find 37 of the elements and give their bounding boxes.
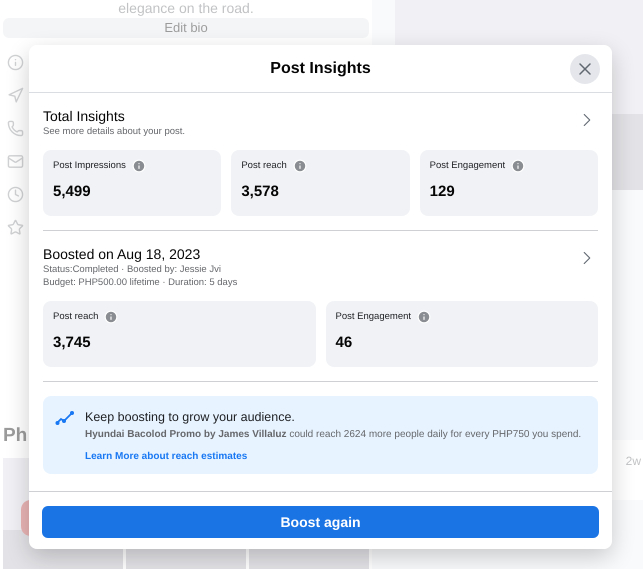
info-icon[interactable] — [511, 159, 526, 174]
metric-label: Post Engagement — [336, 310, 412, 324]
section-title: Total Insights — [43, 107, 126, 125]
navigation-icon — [7, 86, 24, 104]
star-icon — [7, 218, 24, 236]
mail-icon — [7, 152, 24, 170]
metric-value: 129 — [430, 182, 456, 202]
metric-label: Post Engagement — [430, 159, 506, 173]
close-button[interactable] — [570, 54, 600, 84]
phone-icon — [7, 120, 24, 136]
info-icon[interactable] — [292, 159, 307, 174]
section-subtitle: Budget: PHP500.00 lifetime · Duration: 5 days — [43, 276, 238, 289]
metric-label: Post reach — [53, 310, 98, 324]
info-icon[interactable] — [417, 310, 432, 324]
metric-value: 46 — [336, 333, 354, 354]
section-subtitle: Status:Completed · Boosted by: Jessie Jvi — [43, 263, 222, 276]
section-title: Boosted on Aug 18, 2023 — [43, 245, 202, 263]
info-icon[interactable] — [132, 159, 146, 174]
tip-body: Hyundai Bacolod Promo by James Villaluz could reach 2624 more people daily for every PHP750 you spend. — [85, 428, 582, 441]
edit-bio-button[interactable]: Edit bio — [3, 18, 369, 38]
trend-line-icon — [55, 410, 75, 426]
dialog-title: Post Insights — [270, 58, 371, 78]
tip-heading: Keep boosting to grow your audience. — [85, 409, 296, 426]
boost-again-button[interactable]: Boost again — [42, 506, 599, 538]
clock-icon — [7, 186, 24, 202]
info-icon — [7, 54, 24, 70]
photos-heading: Ph — [3, 424, 28, 448]
bio-text: elegance on the road. — [117, 0, 255, 16]
section-subtitle: See more details about your post. — [43, 125, 186, 138]
post-time: 2w — [626, 453, 641, 470]
learn-more-link[interactable]: Learn More about reach estimates — [85, 448, 582, 464]
metric-label: Post reach — [241, 159, 287, 173]
metric-value: 3,745 — [53, 333, 92, 354]
metric-value: 3,578 — [241, 182, 280, 202]
info-icon[interactable] — [104, 310, 118, 324]
metric-label: Post Impressions — [53, 159, 126, 173]
metric-value: 5,499 — [53, 182, 92, 202]
